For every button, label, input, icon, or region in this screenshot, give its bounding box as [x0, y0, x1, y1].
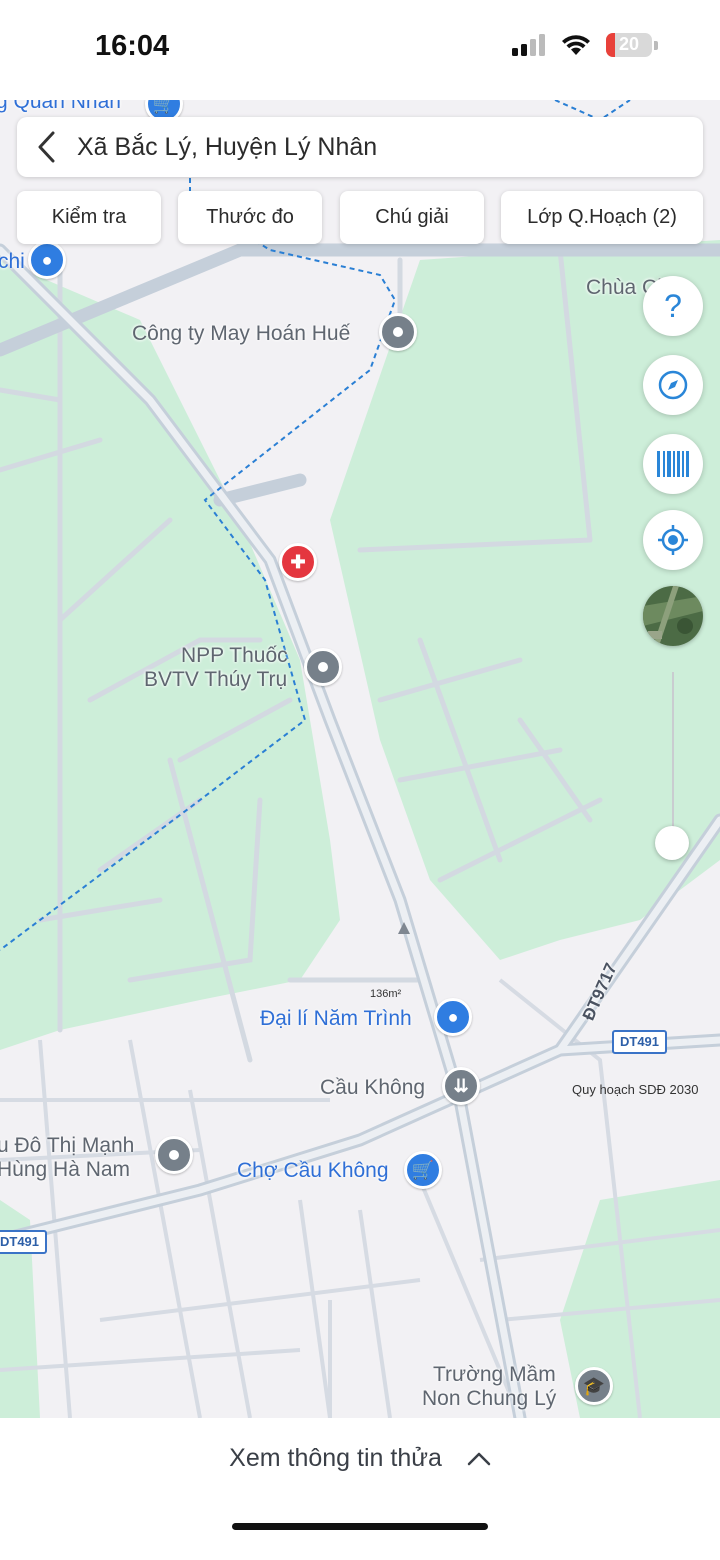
home-indicator: [232, 1523, 488, 1530]
label-npp-2: BVTV Thúy Trụ: [144, 668, 288, 691]
label-truong-1: Trường Mầm: [433, 1363, 556, 1386]
bag-icon[interactable]: ●: [28, 241, 66, 279]
crosshair-icon: [658, 525, 688, 555]
label-cau-khong: Cầu Không: [320, 1076, 426, 1099]
check-button[interactable]: Kiểm tra: [17, 191, 161, 244]
help-button[interactable]: ?: [643, 276, 703, 336]
label-chi: chi: [0, 250, 25, 273]
chevron-left-icon: [38, 131, 55, 163]
green-zones: [0, 240, 720, 1418]
compass-button[interactable]: [643, 355, 703, 415]
satellite-layer-toggle[interactable]: [643, 586, 703, 646]
road-shield-dt491-left: DT491: [0, 1230, 48, 1254]
question-icon: ?: [664, 287, 682, 324]
cellular-signal-icon: [512, 34, 545, 56]
battery-tip: [654, 40, 658, 50]
area-label: 136m²: [370, 988, 402, 1000]
search-bar[interactable]: Xã Bắc Lý, Huyện Lý Nhân: [17, 117, 703, 177]
label-dai-li: Đại lí Năm Trình: [260, 1007, 412, 1030]
pin-icon[interactable]: [379, 313, 417, 351]
measure-button[interactable]: Thước đo: [178, 191, 322, 244]
status-icons: 20: [512, 33, 658, 57]
label-quan-nhan: g Quan Nhân: [0, 100, 121, 113]
health-cross-icon[interactable]: ✚: [279, 543, 317, 581]
label-truong-2: Non Chung Lý: [422, 1387, 557, 1410]
road-shield-dt491-right: DT491: [612, 1030, 668, 1054]
chevron-up-icon: [467, 1453, 491, 1466]
bottom-sheet[interactable]: Xem thông tin thửa: [0, 1418, 720, 1560]
barcode-icon: [657, 451, 689, 477]
barcode-button[interactable]: [643, 434, 703, 494]
battery-level: 20: [618, 34, 640, 54]
map-view[interactable]: g Quan Nhân 🛒 chi ● Chùa Ch Công ty May …: [0, 100, 720, 1418]
battery-icon: 20: [606, 33, 652, 57]
label-do-thi-2: Hùng Hà Nam: [0, 1158, 131, 1181]
status-time: 16:04: [95, 30, 170, 62]
bag-icon[interactable]: ●: [434, 998, 472, 1036]
status-bar: 16:04 20: [0, 0, 720, 100]
pin-icon[interactable]: [304, 648, 342, 686]
compass-icon: [658, 370, 688, 400]
school-icon[interactable]: 🎓: [575, 1367, 613, 1405]
legend-button[interactable]: Chú giải: [340, 191, 484, 244]
locate-button[interactable]: [643, 510, 703, 570]
location-title: Xã Bắc Lý, Huyện Lý Nhân: [77, 132, 378, 161]
opacity-slider-thumb[interactable]: [655, 826, 689, 860]
wifi-icon: [562, 35, 590, 55]
label-npp-1: NPP Thuốc: [181, 644, 288, 667]
label-cho: Chợ Cầu Không: [237, 1159, 389, 1182]
shop-cart-icon[interactable]: 🛒: [404, 1151, 442, 1189]
parcel-info-label: Xem thông tin thửa: [229, 1444, 442, 1472]
opacity-slider-track[interactable]: [672, 672, 674, 842]
label-do-thi-1: u Đô Thị Mạnh: [0, 1134, 135, 1157]
overlay-caption: Quy hoạch SDĐ 2030: [572, 1082, 699, 1097]
back-button[interactable]: [17, 117, 77, 177]
parcel-info-toggle[interactable]: Xem thông tin thửa: [0, 1444, 720, 1473]
label-cong-ty: Công ty May Hoán Huế: [132, 322, 351, 345]
planning-layer-button[interactable]: Lớp Q.Hoạch (2): [501, 191, 703, 244]
satellite-thumbnail-icon: [643, 586, 703, 646]
bridge-icon[interactable]: ⇊: [442, 1067, 480, 1105]
pin-icon[interactable]: [155, 1136, 193, 1174]
